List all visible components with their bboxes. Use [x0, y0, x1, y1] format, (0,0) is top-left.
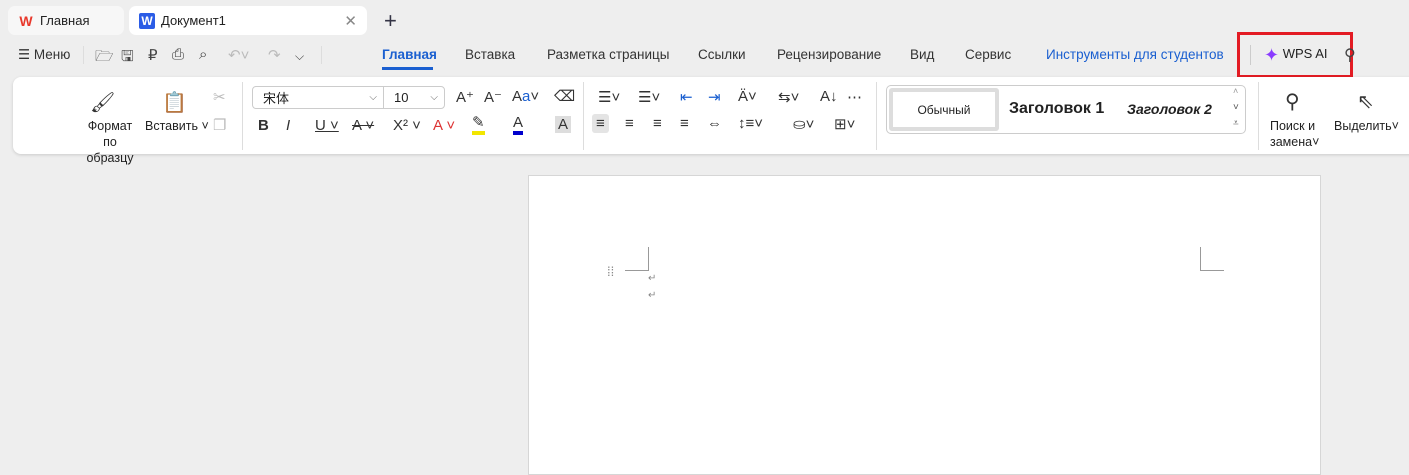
style-heading-2[interactable]: Заголовок 2: [1127, 101, 1212, 117]
styles-scroll-down-icon[interactable]: ˅: [1233, 102, 1239, 113]
chevron-down-icon: ⌵: [369, 92, 377, 103]
close-icon[interactable]: ✕: [344, 12, 357, 30]
new-tab-plus-icon[interactable]: +: [384, 8, 397, 34]
margin-corner-top-left: [625, 247, 649, 271]
font-name-select[interactable]: 宋体 ⌵: [252, 86, 384, 109]
format-painter-icon: 🖌: [90, 92, 116, 114]
superscript-icon[interactable]: X² ˅: [393, 117, 421, 134]
export-pdf-icon[interactable]: ₽: [148, 46, 158, 64]
margin-corner-top-right: [1200, 247, 1224, 271]
undo-icon[interactable]: ↶˅: [228, 46, 249, 64]
decrease-indent-icon[interactable]: ⇤: [680, 88, 693, 106]
bullet-list-icon[interactable]: ☰˅: [598, 88, 620, 106]
open-folder-icon[interactable]: 🗁: [95, 46, 114, 71]
line-spacing-icon[interactable]: ↕≡˅: [738, 115, 763, 132]
print-icon[interactable]: ⎙: [172, 46, 184, 63]
redo-icon[interactable]: ↷: [268, 46, 281, 64]
decrease-font-icon[interactable]: A⁻: [484, 88, 502, 106]
style-normal[interactable]: Обычный: [889, 88, 999, 131]
align-right-icon[interactable]: ≡: [653, 115, 662, 132]
show-marks-icon[interactable]: ⋯: [847, 88, 862, 106]
shading-icon[interactable]: ⛀˅: [793, 115, 814, 133]
paragraph-mark-icon: ↵: [648, 290, 657, 301]
justify-icon[interactable]: ≡: [680, 115, 689, 132]
font-color-icon[interactable]: A: [513, 115, 524, 135]
find-replace-button[interactable]: Поиск и замена˅: [1270, 118, 1322, 150]
ribbon-tab-review[interactable]: Рецензирование: [777, 47, 881, 62]
strikethrough-icon[interactable]: A ˅: [352, 117, 374, 134]
italic-icon[interactable]: I: [286, 117, 290, 134]
ribbon-tab-home[interactable]: Главная: [382, 47, 437, 62]
character-shading-icon[interactable]: A: [555, 116, 572, 133]
borders-icon[interactable]: ⊞˅: [834, 115, 855, 133]
font-size-select[interactable]: 10 ⌵: [383, 86, 445, 109]
copy-icon[interactable]: ❐: [213, 116, 226, 134]
align-center-icon[interactable]: ≡: [625, 115, 634, 132]
tab-label: Главная: [40, 13, 90, 28]
text-effect-icon[interactable]: A ˅: [433, 117, 455, 134]
ribbon-tab-students[interactable]: Инструменты для студентов: [1046, 47, 1224, 62]
tab-home[interactable]: W Главная: [8, 6, 124, 35]
ribbon-tab-view[interactable]: Вид: [910, 47, 934, 62]
clear-format-eraser-icon[interactable]: ⌫: [554, 87, 575, 105]
ribbon-tab-layout[interactable]: Разметка страницы: [547, 47, 669, 62]
find-icon: ⚲: [1285, 91, 1300, 113]
hamburger-icon: ☰: [18, 47, 34, 62]
line-break-icon[interactable]: ⇆˅: [778, 88, 799, 106]
print-preview-icon[interactable]: ⌕: [199, 46, 207, 63]
distributed-icon[interactable]: ⇔: [707, 115, 722, 132]
select-button[interactable]: Выделить˅: [1334, 118, 1399, 134]
style-heading-1[interactable]: Заголовок 1: [1009, 100, 1109, 118]
paste-icon: 📋: [162, 92, 187, 114]
writer-doc-icon: W: [139, 12, 155, 29]
search-icon[interactable]: ⚲: [1344, 45, 1356, 65]
styles-scroll-up-icon[interactable]: ˄: [1233, 86, 1238, 96]
more-chevron-icon[interactable]: ⌵: [295, 49, 304, 64]
chevron-down-icon: ⌵: [430, 92, 438, 103]
save-icon[interactable]: 🖫: [121, 46, 134, 71]
ribbon-tab-references[interactable]: Ссылки: [698, 47, 746, 62]
ribbon-tab-tools[interactable]: Сервис: [965, 47, 1011, 62]
format-painter-button[interactable]: Формат по образцу: [80, 118, 140, 166]
align-left-icon[interactable]: ≡: [592, 114, 609, 133]
bold-icon[interactable]: B: [258, 117, 269, 134]
document-page[interactable]: ⁞⁞ ↵ ↵: [528, 175, 1321, 475]
select-cursor-icon: ⇖: [1357, 91, 1374, 113]
wps-ai-button[interactable]: ✦ WPS AI: [1264, 45, 1328, 66]
sort-icon[interactable]: A↓: [820, 88, 838, 105]
underline-icon[interactable]: U ˅: [315, 117, 339, 134]
increase-font-icon[interactable]: A⁺: [456, 88, 474, 106]
tab-label: Документ1: [161, 13, 226, 28]
paste-button[interactable]: Вставить ˅: [145, 118, 209, 134]
wps-logo-icon: W: [19, 12, 33, 29]
paragraph-mark-icon: ↵: [648, 273, 657, 284]
menu-button[interactable]: ☰ Меню: [18, 47, 70, 63]
numbered-list-icon[interactable]: ☰˅: [638, 88, 660, 106]
styles-more-icon[interactable]: ⩡: [1233, 118, 1239, 129]
highlight-color-icon[interactable]: ✎: [472, 115, 485, 135]
change-case-icon[interactable]: Aa˅: [512, 88, 539, 105]
paragraph-drag-handle-icon[interactable]: ⁞⁞: [607, 265, 614, 278]
ribbon-tab-insert[interactable]: Вставка: [465, 47, 515, 62]
sparkle-icon: ✦: [1264, 45, 1280, 65]
text-direction-icon[interactable]: Ä˅: [738, 88, 757, 105]
tab-document[interactable]: W Документ1 ✕: [129, 6, 367, 35]
cut-icon[interactable]: ✂: [213, 88, 226, 106]
increase-indent-icon[interactable]: ⇥: [708, 88, 721, 106]
